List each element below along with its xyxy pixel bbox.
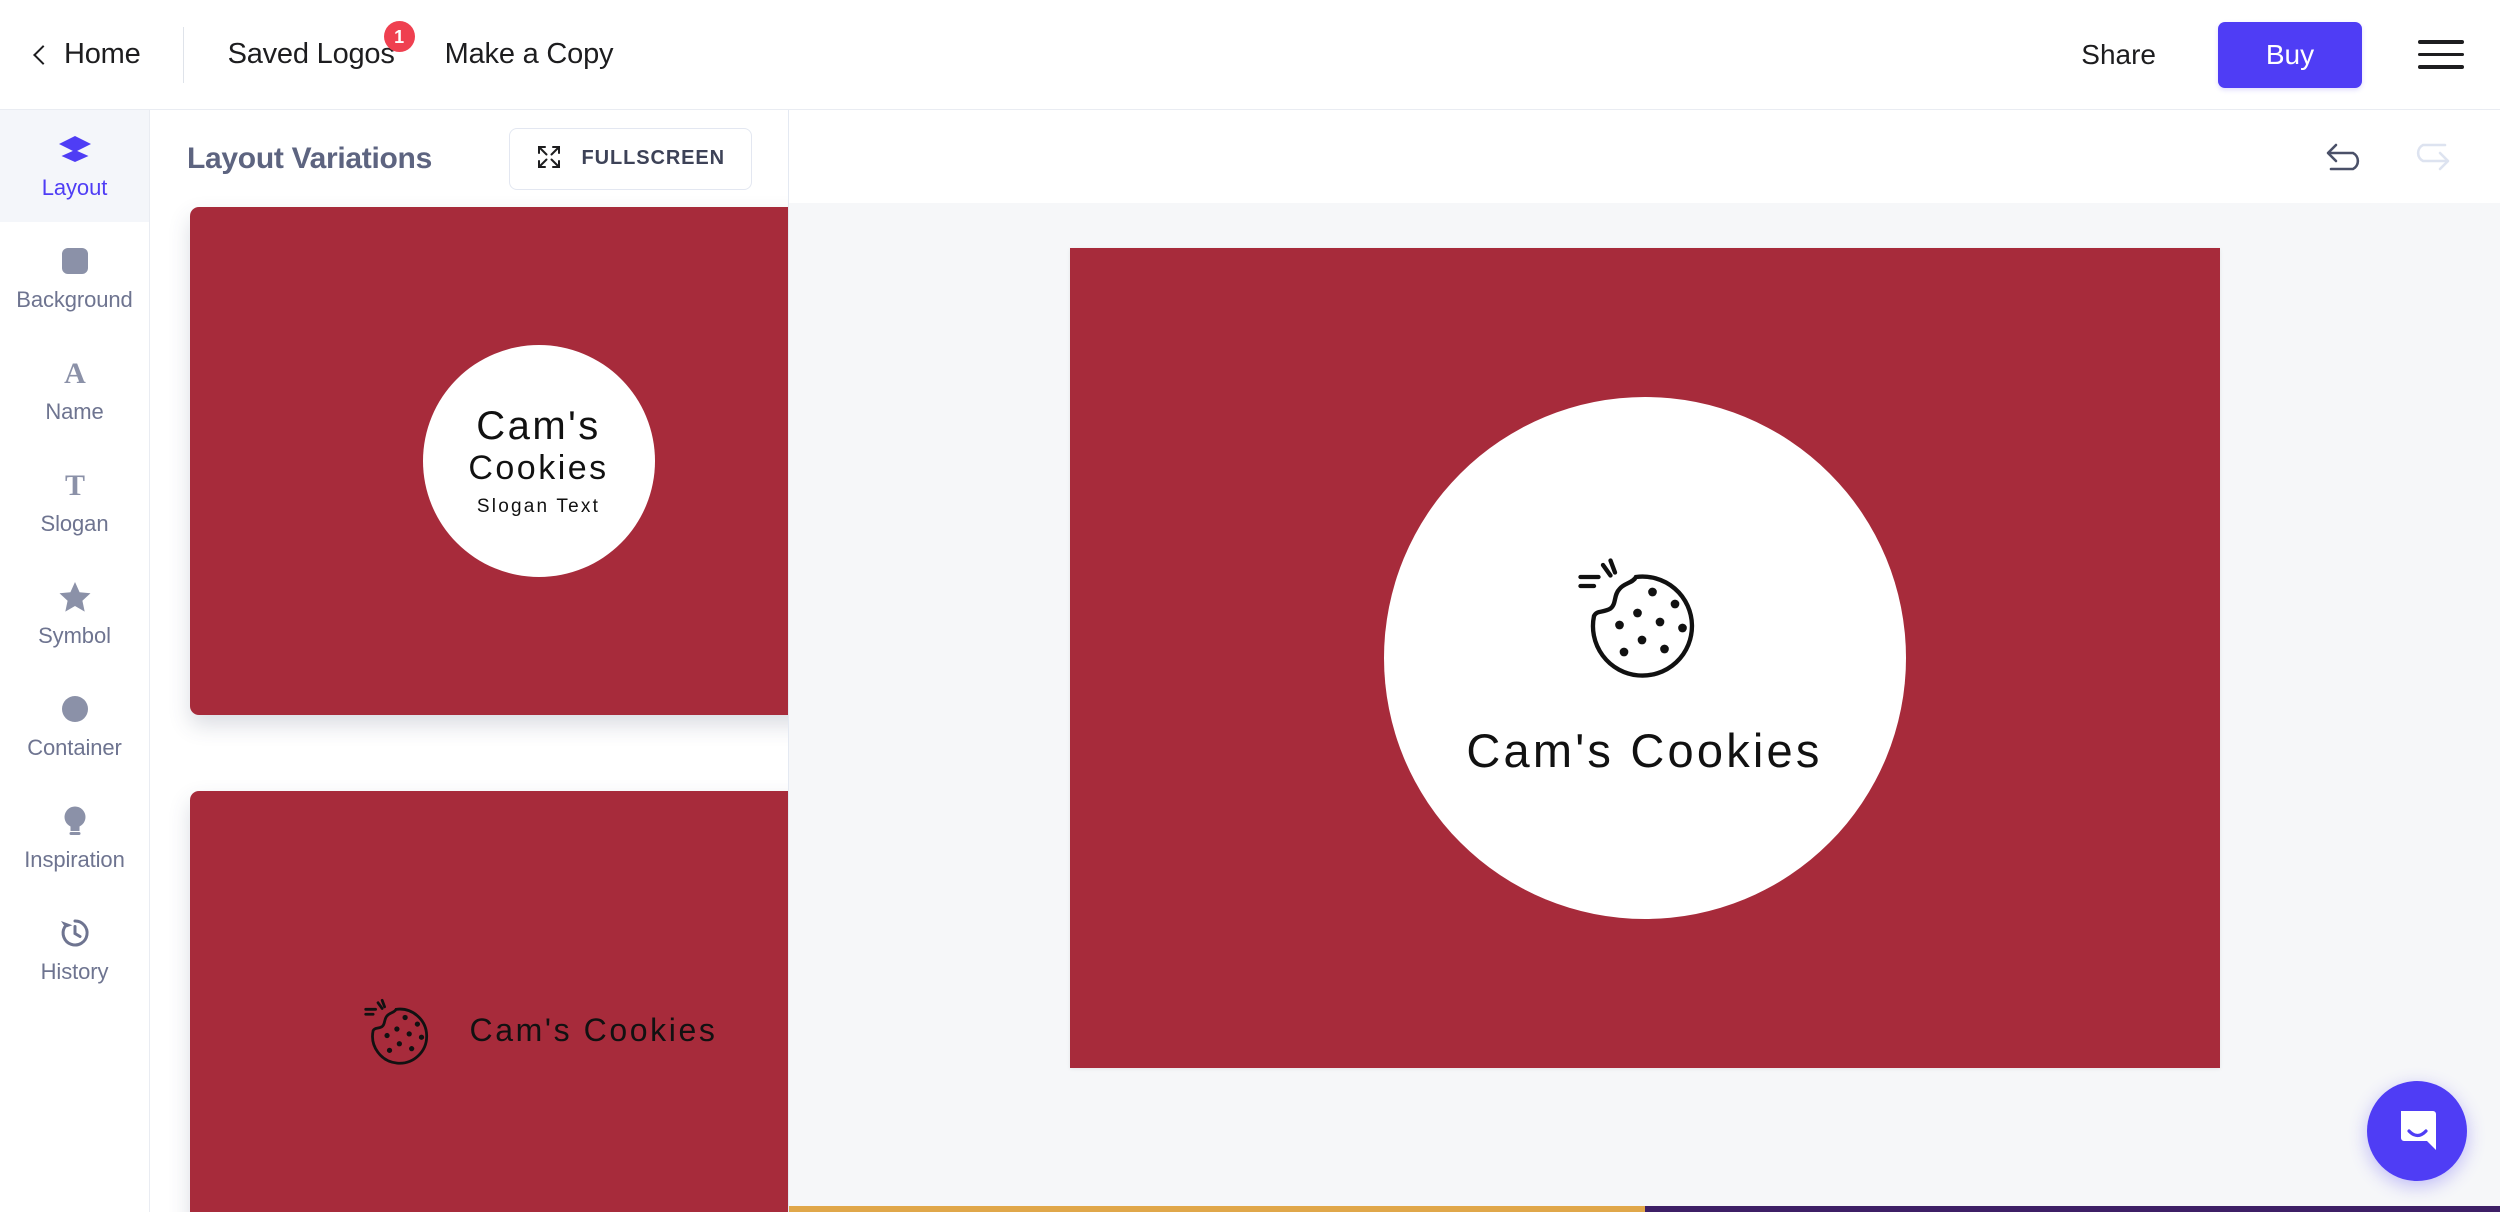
top-navigation-bar: Home Saved Logos 1 Make a Copy Share Buy (0, 0, 2500, 110)
chat-support-button[interactable] (2367, 1081, 2467, 1181)
logo-canvas-area: Cam's Cookies (789, 110, 2500, 1212)
sidebar-item-label: Slogan (40, 510, 109, 536)
variation-card[interactable]: Cam's Cookies Slogan Text (190, 207, 788, 715)
canvas-stage: Cam's Cookies (789, 203, 2500, 1212)
variation-card-list: Cam's Cookies Slogan Text Cam's Cookies (150, 207, 788, 1212)
logo-container-circle: Cam's Cookies (1383, 397, 1906, 919)
saved-logos-count-badge: 1 (383, 21, 415, 52)
buy-button[interactable]: Buy (2218, 21, 2362, 88)
sidebar-item-label: History (40, 958, 109, 984)
sidebar-item-label: Inspiration (24, 846, 125, 872)
status-strip-segment-progress (789, 1206, 1645, 1212)
fullscreen-label: FULLSCREEN (581, 147, 725, 169)
circle-icon (60, 692, 90, 726)
logo-name-line1: Cam's (476, 404, 601, 449)
sidebar-item-background[interactable]: Background (0, 222, 149, 334)
cookie-bite-icon (1570, 538, 1720, 693)
logo-name: Cam's Cookies (1466, 724, 1823, 778)
editor-sidebar: Layout Background A Name T Slogan Symbol… (0, 110, 150, 1212)
sidebar-item-label: Layout (41, 174, 108, 200)
fullscreen-button[interactable]: FULLSCREEN (508, 127, 752, 190)
chat-bubble-smile-icon (2391, 1103, 2443, 1160)
logo-artboard[interactable]: Cam's Cookies (1069, 248, 2220, 1068)
hamburger-bar (2418, 40, 2464, 44)
svg-text:A: A (64, 357, 86, 390)
letter-a-icon: A (58, 356, 92, 390)
letter-t-icon: T (58, 468, 92, 502)
chevron-left-icon (33, 44, 53, 65)
expand-arrows-icon (536, 144, 562, 173)
logo-name-line2: Cookies (468, 449, 609, 488)
lightbulb-icon (61, 804, 89, 838)
canvas-toolbar (789, 110, 2500, 203)
sidebar-item-inspiration[interactable]: Inspiration (0, 782, 149, 894)
bottom-status-strip (789, 1206, 2500, 1212)
saved-logos-label: Saved Logos (227, 38, 395, 70)
sidebar-item-label: Symbol (38, 622, 111, 648)
sidebar-item-layout[interactable]: Layout (0, 110, 149, 222)
redo-arrow-icon (2407, 139, 2453, 175)
variation-card[interactable]: Cam's Cookies (190, 791, 788, 1212)
hamburger-bar (2418, 52, 2464, 57)
star-icon (58, 580, 92, 614)
layers-icon (57, 132, 93, 166)
topbar-left-group: Home Saved Logos 1 Make a Copy (0, 0, 614, 109)
logo-slogan: Slogan Text (476, 496, 601, 518)
share-button[interactable]: Share (2081, 39, 2156, 71)
sidebar-item-label: Container (27, 734, 122, 760)
status-strip-segment-remainder (1645, 1206, 2500, 1212)
topbar-divider (182, 26, 184, 83)
sidebar-item-symbol[interactable]: Symbol (0, 558, 149, 670)
layout-variations-panel: Layout Variations FULLSCREEN Cam's Cooki… (150, 110, 789, 1212)
logo-container-circle: Cam's Cookies Slogan Text (422, 345, 655, 577)
saved-logos-link[interactable]: Saved Logos 1 (227, 21, 415, 71)
sidebar-item-label: Background (16, 286, 133, 312)
undo-arrow-icon[interactable] (2323, 139, 2369, 175)
topbar-right-group: Share Buy (2081, 21, 2464, 88)
hamburger-bar (2418, 65, 2464, 69)
sidebar-item-container[interactable]: Container (0, 670, 149, 782)
square-icon (60, 244, 90, 278)
sidebar-item-name[interactable]: A Name (0, 334, 149, 446)
history-clock-icon (58, 916, 92, 950)
variation-preview: Cam's Cookies Slogan Text (190, 207, 788, 715)
logo-lockup: Cam's Cookies (360, 988, 718, 1075)
svg-text:T: T (64, 469, 84, 502)
cookie-bite-icon (360, 988, 442, 1075)
sidebar-item-label: Name (45, 398, 104, 424)
variation-preview: Cam's Cookies (190, 791, 788, 1212)
hamburger-menu-icon[interactable] (2418, 31, 2464, 78)
sidebar-item-slogan[interactable]: T Slogan (0, 446, 149, 558)
logo-name: Cam's Cookies (469, 1012, 718, 1049)
home-label: Home (64, 38, 141, 70)
panel-title: Layout Variations (187, 141, 432, 175)
panel-header: Layout Variations FULLSCREEN (150, 110, 788, 207)
sidebar-item-history[interactable]: History (0, 894, 149, 1006)
make-a-copy-link[interactable]: Make a Copy (445, 38, 614, 71)
home-back-link[interactable]: Home (33, 38, 141, 71)
